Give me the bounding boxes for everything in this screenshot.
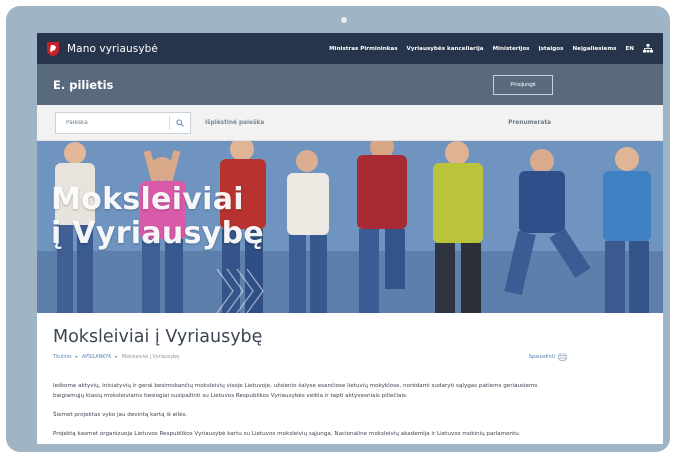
breadcrumb-home[interactable]: Titulinis: [53, 355, 72, 360]
hero-banner: Moksleiviai į Vyriausybę: [37, 141, 663, 313]
search-icon: [176, 118, 184, 127]
camera-dot: [341, 17, 347, 23]
page-title: Moksleiviai į Vyriausybę: [53, 327, 263, 347]
hero-title: Moksleiviai į Vyriausybę: [51, 183, 264, 251]
paragraph-third: Projektą kasmet organizuoja Lietuvos Res…: [53, 431, 521, 437]
page-content: Moksleiviai į Vyriausybę Titulinis ▸ APS…: [37, 313, 663, 439]
breadcrumb-separator-icon: ▸: [115, 354, 118, 360]
subscribe-link[interactable]: Prenumerata: [508, 120, 551, 126]
login-button[interactable]: Prisijungti: [493, 74, 553, 95]
printer-icon: [558, 353, 567, 361]
advanced-search-link[interactable]: Išplėstinė paieška: [205, 120, 264, 126]
nav-disabled-persons[interactable]: Neįgaliesiems: [572, 46, 616, 52]
nav-institutions[interactable]: Įstaigos: [539, 46, 564, 52]
breadcrumb-visit[interactable]: APSILANKYK: [82, 355, 111, 360]
breadcrumb-separator-icon: ▸: [75, 354, 78, 360]
intro-paragraph: Ieškome aktyvių, iniciatyvių ir gerai be…: [53, 383, 538, 399]
breadcrumb-current: Moksleiviai į Vyriausybę: [121, 354, 180, 360]
nav-ministries[interactable]: Ministerijos: [493, 46, 530, 52]
search-box: [55, 111, 191, 134]
top-bar: Mano vyriausybė Ministras Pirmininkas Vy…: [37, 33, 663, 64]
site-title[interactable]: Mano vyriausybė: [67, 43, 158, 55]
hero-title-line1: Moksleiviai: [51, 182, 244, 217]
breadcrumb: Titulinis ▸ APSILANKYK ▸ Moksleiviai į V…: [53, 355, 179, 360]
nav-language-en[interactable]: EN: [625, 46, 634, 52]
print-label: Spausdinti: [528, 354, 555, 360]
nav-government-office[interactable]: Vyriausybės kanceliarija: [407, 46, 484, 52]
breadcrumb-row: Titulinis ▸ APSILANKYK ▸ Moksleiviai į V…: [53, 353, 647, 361]
search-input[interactable]: [56, 112, 169, 133]
paragraph-second: Šiemet projektas vyko jau devintą kartą …: [53, 412, 188, 418]
section-band: E. pilietis Prisijungti: [37, 64, 663, 105]
crest-icon[interactable]: [45, 41, 61, 57]
hero-title-line2: į Vyriausybę: [51, 216, 265, 251]
nav-prime-minister[interactable]: Ministras Pirmininkas: [329, 46, 397, 52]
search-row: Išplėstinė paieška Prenumerata: [37, 105, 663, 141]
tablet-frame: Mano vyriausybė Ministras Pirmininkas Vy…: [6, 6, 670, 452]
top-nav: Ministras Pirmininkas Vyriausybės kancel…: [329, 44, 653, 53]
section-title[interactable]: E. pilietis: [53, 78, 113, 92]
browser-viewport: Mano vyriausybė Ministras Pirmininkas Vy…: [37, 33, 663, 444]
sitemap-icon[interactable]: [643, 44, 653, 53]
print-link[interactable]: Spausdinti: [529, 353, 567, 361]
search-button[interactable]: [170, 113, 190, 133]
